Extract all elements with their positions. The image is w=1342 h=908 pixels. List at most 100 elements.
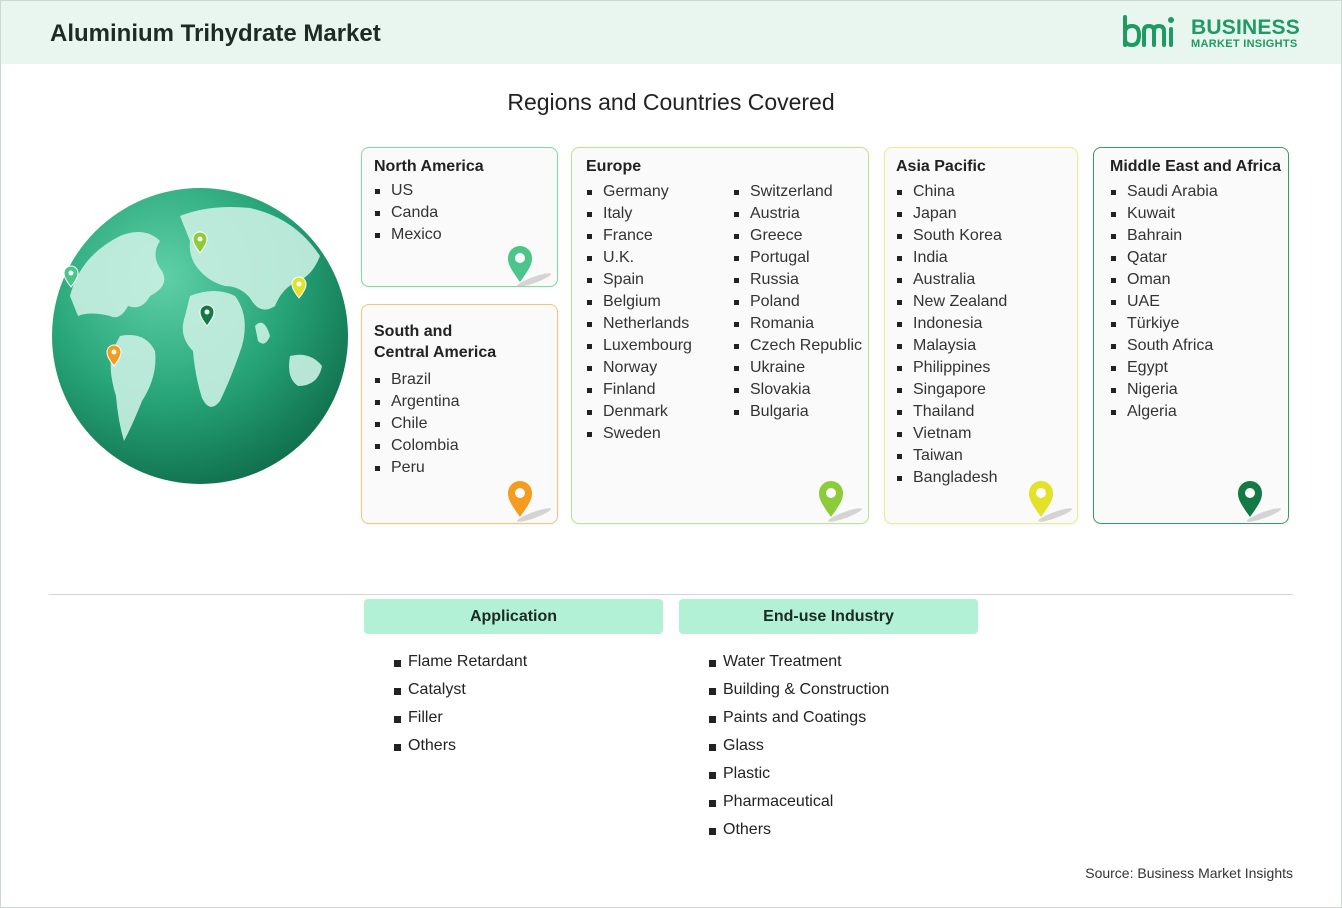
region-title: Asia Pacific: [896, 158, 986, 175]
country-item: New Zealand: [896, 291, 1007, 313]
segment-item: Filler: [394, 704, 527, 732]
country-item: Singapore: [896, 379, 1007, 401]
segment-item: Plastic: [709, 760, 889, 788]
country-item: Germany: [586, 181, 692, 203]
segment-item: Water Treatment: [709, 648, 889, 676]
country-item: Nigeria: [1110, 379, 1218, 401]
country-item: Taiwan: [896, 445, 1007, 467]
map-pin-dark-green-icon: [1238, 481, 1281, 522]
country-item: Thailand: [896, 401, 1007, 423]
country-item: Qatar: [1110, 247, 1218, 269]
globe-illustration: [52, 188, 348, 484]
region-card-south-central-america: South and Central America Brazil Argenti…: [361, 304, 558, 524]
country-item: Oman: [1110, 269, 1218, 291]
segment-header-application: Application: [364, 599, 663, 634]
country-item: Indonesia: [896, 313, 1007, 335]
country-list-col1: Germany Italy France U.K. Spain Belgium …: [586, 181, 692, 445]
country-item: Denmark: [586, 401, 692, 423]
country-item: India: [896, 247, 1007, 269]
country-list: Saudi Arabia Kuwait Bahrain Qatar Oman U…: [1110, 181, 1218, 423]
country-item: Portugal: [733, 247, 862, 269]
country-item: Kuwait: [1110, 203, 1218, 225]
country-item: Türkiye: [1110, 313, 1218, 335]
section-divider: [49, 594, 1293, 595]
page-title: Aluminium Trihydrate Market: [50, 20, 381, 47]
segment-header-end-use-industry: End-use Industry: [679, 599, 978, 634]
country-item: Finland: [586, 379, 692, 401]
country-item: Slovakia: [733, 379, 862, 401]
country-item: Vietnam: [896, 423, 1007, 445]
country-item: Sweden: [586, 423, 692, 445]
map-pin-lime-icon: [819, 481, 862, 522]
country-list: US Canda Mexico: [374, 180, 442, 246]
region-card-europe: Europe Germany Italy France U.K. Spain B…: [571, 147, 869, 524]
country-item: Netherlands: [586, 313, 692, 335]
country-item: UAE: [1110, 291, 1218, 313]
country-item: Luxembourg: [586, 335, 692, 357]
segment-item: Glass: [709, 732, 889, 760]
country-item: Mexico: [374, 224, 442, 246]
country-item: Bangladesh: [896, 467, 1007, 489]
country-item: Peru: [374, 457, 460, 479]
map-pin-yellow-icon: [1029, 481, 1072, 522]
segment-item: Others: [394, 732, 527, 760]
country-item: Bahrain: [1110, 225, 1218, 247]
region-title-line1: South and: [374, 323, 453, 340]
region-card-asia-pacific: Asia Pacific China Japan South Korea Ind…: [884, 147, 1078, 524]
segment-item: Building & Construction: [709, 676, 889, 704]
country-item: Norway: [586, 357, 692, 379]
segment-list-end-use-industry: Water Treatment Building & Construction …: [709, 648, 889, 844]
region-title: South and Central America: [374, 321, 496, 363]
region-title: Middle East and Africa: [1110, 158, 1281, 175]
country-item: Malaysia: [896, 335, 1007, 357]
country-item: Russia: [733, 269, 862, 291]
segment-list-application: Flame Retardant Catalyst Filler Others: [394, 648, 527, 760]
country-item: South Korea: [896, 225, 1007, 247]
segment-item: Paints and Coatings: [709, 704, 889, 732]
country-item: Belgium: [586, 291, 692, 313]
country-item: Poland: [733, 291, 862, 313]
country-item: South Africa: [1110, 335, 1218, 357]
region-title: North America: [374, 158, 484, 175]
country-item: Switzerland: [733, 181, 862, 203]
country-item: Egypt: [1110, 357, 1218, 379]
segment-item: Pharmaceutical: [709, 788, 889, 816]
country-item: Australia: [896, 269, 1007, 291]
country-list: Brazil Argentina Chile Colombia Peru: [374, 369, 460, 479]
bmi-logo: BUSINESS MARKET INSIGHTS: [1121, 15, 1301, 55]
country-item: Italy: [586, 203, 692, 225]
region-card-north-america: North America US Canda Mexico: [361, 147, 558, 287]
country-item: Saudi Arabia: [1110, 181, 1218, 203]
country-item: Bulgaria: [733, 401, 862, 423]
country-item: Colombia: [374, 435, 460, 457]
bmi-logo-mark: [1123, 15, 1174, 48]
country-item: Spain: [586, 269, 692, 291]
segment-item: Others: [709, 816, 889, 844]
country-item: Argentina: [374, 391, 460, 413]
country-item: Ukraine: [733, 357, 862, 379]
country-item: Greece: [733, 225, 862, 247]
country-item: China: [896, 181, 1007, 203]
section-subtitle: Regions and Countries Covered: [507, 89, 835, 115]
source-note: Source: Business Market Insights: [1085, 865, 1293, 881]
country-item: Austria: [733, 203, 862, 225]
region-card-middle-east-africa: Middle East and Africa Saudi Arabia Kuwa…: [1093, 147, 1289, 524]
logo-wordmark-market-insights: MARKET INSIGHTS: [1191, 38, 1298, 50]
country-item: U.K.: [586, 247, 692, 269]
country-item: France: [586, 225, 692, 247]
map-pin-green-icon: [508, 246, 551, 287]
country-list: China Japan South Korea India Australia …: [896, 181, 1007, 489]
country-item: Japan: [896, 203, 1007, 225]
country-item: US: [374, 180, 442, 202]
country-item: Romania: [733, 313, 862, 335]
map-pin-orange-icon: [508, 481, 551, 522]
country-item: Chile: [374, 413, 460, 435]
country-item: Algeria: [1110, 401, 1218, 423]
region-title: Europe: [586, 158, 642, 175]
segment-item: Flame Retardant: [394, 648, 527, 676]
country-item: Philippines: [896, 357, 1007, 379]
country-item: Brazil: [374, 369, 460, 391]
country-item: Canda: [374, 202, 442, 224]
logo-wordmark-business: BUSINESS: [1191, 16, 1300, 39]
header-bar: Aluminium Trihydrate Market BUSINESS MAR…: [1, 1, 1341, 64]
